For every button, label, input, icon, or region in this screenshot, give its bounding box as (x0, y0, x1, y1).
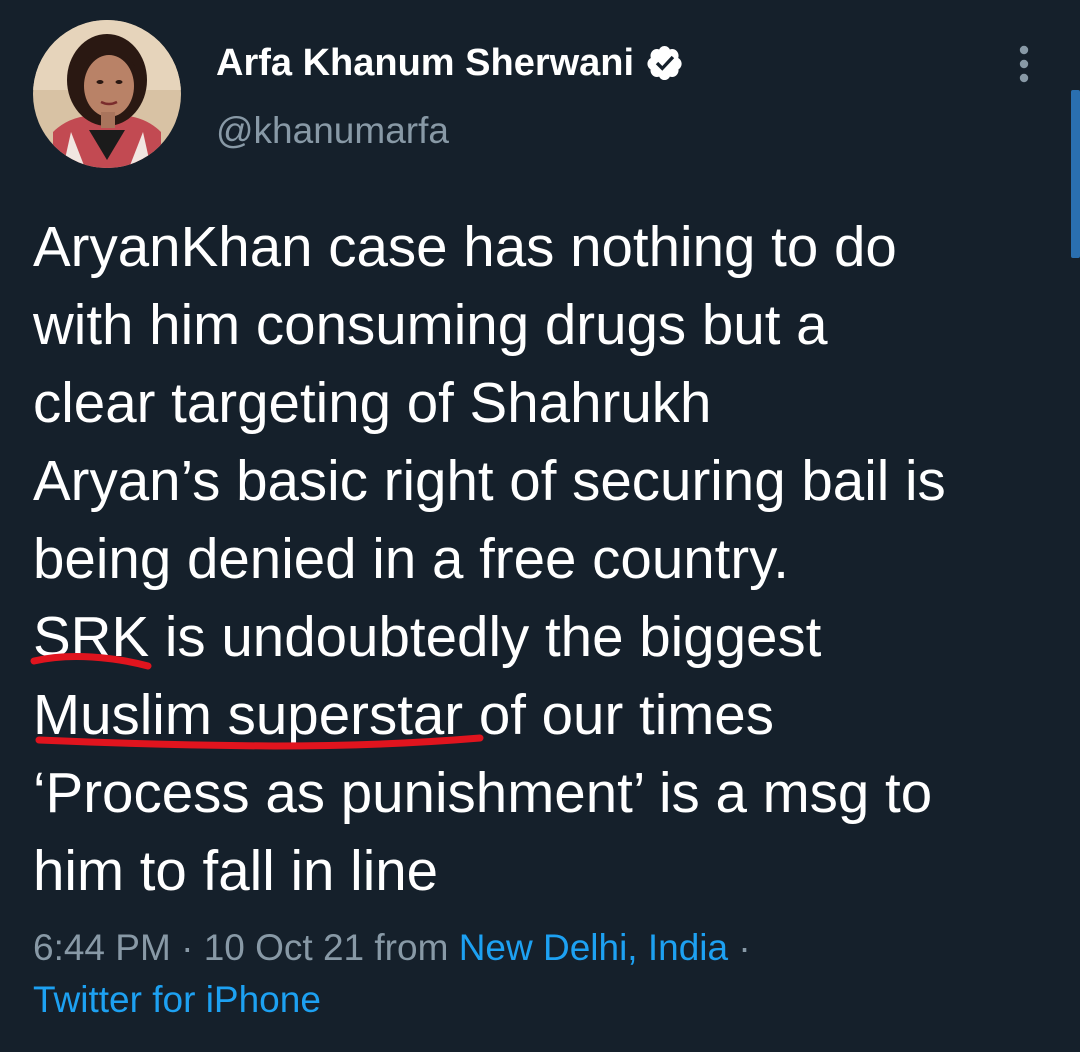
display-name-text: Arfa Khanum Sherwani (216, 42, 635, 84)
more-options-button[interactable] (1008, 40, 1040, 88)
tweet-date: 10 Oct 21 (203, 927, 365, 968)
tweet-line: clear targeting of Shahrukh (33, 371, 712, 434)
tweet-meta: 6:44 PM · 10 Oct 21 from New Delhi, Indi… (33, 922, 751, 1026)
tweet-line: being denied in a free country. (33, 527, 789, 590)
tweet-line: with him consuming drugs but a (33, 293, 828, 356)
location-link[interactable]: New Delhi, India (459, 927, 728, 968)
more-vertical-icon (1019, 45, 1029, 83)
tweet-line: him to fall in line (33, 839, 439, 902)
tweet-line: Aryan’s basic right of securing bail is (33, 449, 946, 512)
avatar[interactable] (33, 20, 181, 168)
author-handle[interactable]: @khanumarfa (216, 108, 449, 154)
tweet-meta-line-2: Twitter for iPhone (33, 974, 751, 1026)
scroll-indicator[interactable] (1071, 90, 1080, 258)
tweet-line: ‘Process as punishment’ is a msg to (33, 761, 933, 824)
verified-badge-icon (646, 44, 684, 82)
tweet-line: Muslim superstar of our times (33, 683, 774, 746)
tweet-line: SRK is undoubtedly the biggest (33, 605, 822, 668)
source-link[interactable]: Twitter for iPhone (33, 979, 321, 1020)
display-name[interactable]: Arfa Khanum Sherwani (216, 40, 684, 86)
meta-separator: · (181, 927, 194, 968)
meta-separator: · (738, 927, 751, 968)
from-label: from (374, 927, 449, 968)
tweet-line: AryanKhan case has nothing to do (33, 215, 897, 278)
tweet-text: AryanKhan case has nothing to do with hi… (33, 208, 1053, 910)
tweet-time: 6:44 PM (33, 927, 171, 968)
tweet-meta-line-1: 6:44 PM · 10 Oct 21 from New Delhi, Indi… (33, 922, 751, 974)
